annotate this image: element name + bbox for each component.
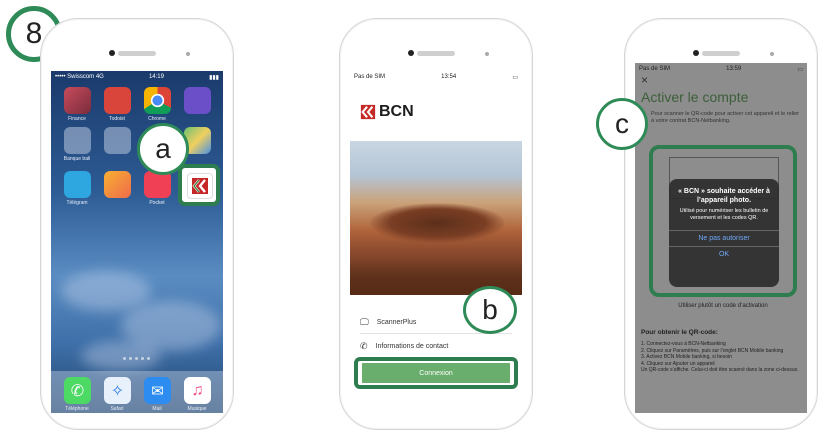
- phone-bcn-login: Pas de SIM 13:54 ▭ BCN 🖵 ScannerPlus ✆ I…: [339, 18, 533, 430]
- phone-sensor: [186, 52, 190, 56]
- app-label: Télégram: [66, 200, 88, 206]
- dialog-body: Utilisé pour numériser les bulletin de v…: [679, 208, 769, 221]
- activation-code-link[interactable]: Utiliser plutôt un code d’activation: [651, 303, 795, 309]
- dock: ✆ Téléphone ✧ Safari ✉ Mail ♫ Musique: [51, 371, 223, 413]
- menu-item-scannerplus[interactable]: 🖵 ScannerPlus: [360, 317, 416, 328]
- status-bar: ••••• Swisscom 4G 14:19 ▮▮▮: [51, 71, 223, 83]
- phone-camera: [408, 50, 414, 56]
- page-indicator: [123, 357, 150, 360]
- pocket-app-icon[interactable]: [144, 171, 171, 198]
- callout-b: b: [463, 286, 517, 334]
- app-label: Pocket: [149, 200, 165, 206]
- dock-label: Musique: [187, 406, 207, 412]
- phone-activate-account: Pas de SIM 13:59 ▭ × Activer le compte P…: [624, 18, 818, 430]
- phone-sensor: [770, 52, 774, 56]
- home-screen: ••••• Swisscom 4G 14:19 ▮▮▮ Finance Todo…: [51, 71, 223, 413]
- canyon-image: [350, 141, 522, 295]
- clock: 13:54: [441, 74, 457, 80]
- status-bar: Pas de SIM 13:54 ▭: [350, 71, 522, 83]
- activate-screen: Pas de SIM 13:59 ▭ × Activer le compte P…: [635, 63, 807, 413]
- battery-icon: ▭: [797, 66, 803, 73]
- folder-app-icon[interactable]: [64, 127, 91, 154]
- menu-item-label: Informations de contact: [375, 343, 449, 350]
- howto-title: Pour obtenir le QR-code:: [641, 329, 718, 336]
- phone-speaker: [702, 51, 740, 56]
- dock-label: Safari: [110, 406, 124, 412]
- app-label: Chrome: [148, 116, 166, 122]
- app-label: Banque bali: [63, 156, 91, 162]
- phone-speaker: [118, 51, 156, 56]
- dialog-title: « BCN » souhaite accéder à l’appareil ph…: [678, 188, 770, 204]
- phone-speaker: [417, 51, 455, 56]
- phone-camera: [693, 50, 699, 56]
- phone-camera: [109, 50, 115, 56]
- ok-button[interactable]: OK: [669, 247, 779, 262]
- carrier-text: Pas de SIM: [639, 66, 671, 72]
- bcn-logo: BCN: [360, 103, 414, 121]
- safari-icon[interactable]: ✧: [104, 377, 131, 404]
- menu-item-label: ScannerPlus: [376, 319, 417, 326]
- phone-sensor: [485, 52, 489, 56]
- dock-label: Mail: [152, 406, 162, 412]
- mail-icon[interactable]: ✉: [144, 377, 171, 404]
- bcn-logo-icon: [192, 178, 208, 194]
- phone-handset-icon: ✆: [360, 341, 368, 351]
- intro-text: Pour scanner le QR-code pour activer cet…: [651, 111, 799, 124]
- chrome-app-icon[interactable]: [144, 87, 171, 114]
- clock: 14:19: [148, 74, 164, 80]
- callout-a: a: [137, 123, 189, 175]
- bcn-login-screen: Pas de SIM 13:54 ▭ BCN 🖵 ScannerPlus ✆ I…: [350, 71, 522, 413]
- page-title: Activer le compte: [641, 89, 749, 105]
- finance-app-icon[interactable]: [64, 87, 91, 114]
- telegram-app-icon[interactable]: [64, 171, 91, 198]
- folder-app-icon-2[interactable]: [104, 127, 131, 154]
- carrier-text: ••••• Swisscom 4G: [55, 74, 104, 80]
- mail-purple-app-icon[interactable]: [184, 87, 211, 114]
- status-bar: Pas de SIM 13:59 ▭: [635, 63, 807, 75]
- phone-home-screen: ••••• Swisscom 4G 14:19 ▮▮▮ Finance Todo…: [40, 18, 234, 430]
- callout-c: c: [596, 98, 648, 150]
- bcn-logo-icon: [360, 104, 376, 120]
- app-label: Finance: [68, 116, 86, 122]
- bcn-app-icon[interactable]: [187, 173, 213, 199]
- carrier-text: Pas de SIM: [354, 74, 386, 80]
- phone-app-icon[interactable]: ✆: [64, 377, 91, 404]
- photos-app-icon[interactable]: [104, 171, 131, 198]
- dock-label: Téléphone: [65, 406, 89, 412]
- howto-steps: 1. Connectez-vous à BCN-Netbanking 2. Cl…: [641, 341, 799, 373]
- app-label: Todoist: [109, 116, 125, 122]
- deny-button[interactable]: Ne pas autoriser: [669, 231, 779, 246]
- connexion-button[interactable]: Connexion: [362, 363, 510, 383]
- camera-permission-dialog: « BCN » souhaite accéder à l’appareil ph…: [669, 179, 779, 287]
- battery-icon: ▭: [512, 74, 518, 81]
- battery-icon: ▮▮▮: [209, 74, 219, 81]
- music-icon[interactable]: ♫: [184, 377, 211, 404]
- clock: 13:59: [726, 66, 742, 72]
- close-icon[interactable]: ×: [641, 73, 648, 87]
- menu-item-contact[interactable]: ✆ Informations de contact: [360, 341, 448, 352]
- monitor-icon: 🖵: [360, 317, 369, 327]
- bcn-logo-text: BCN: [379, 103, 414, 120]
- todoist-app-icon[interactable]: [104, 87, 131, 114]
